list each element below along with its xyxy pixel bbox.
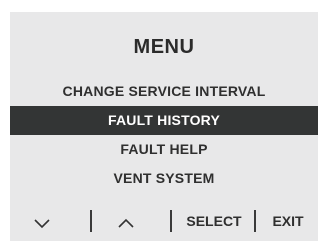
softkey-divider (254, 210, 256, 232)
exit-softkey[interactable]: EXIT (266, 208, 310, 234)
menu-item-fault-help[interactable]: FAULT HELP (10, 135, 318, 164)
display-screen: MENU CHANGE SERVICE INTERVAL FAULT HISTO… (10, 12, 318, 241)
menu-list: CHANGE SERVICE INTERVAL FAULT HISTORY FA… (10, 77, 318, 193)
chevron-down-icon (28, 208, 56, 234)
menu-item-fault-history[interactable]: FAULT HISTORY (10, 106, 318, 135)
down-softkey[interactable] (28, 208, 56, 234)
chevron-up-icon (112, 208, 140, 234)
softkey-divider (170, 210, 172, 232)
softkey-divider (90, 210, 92, 232)
select-softkey[interactable]: SELECT (178, 208, 250, 234)
up-softkey[interactable] (112, 208, 140, 234)
softkey-bar: SELECT EXIT (10, 208, 318, 234)
menu-item-change-service-interval[interactable]: CHANGE SERVICE INTERVAL (10, 77, 318, 106)
menu-title: MENU (133, 36, 195, 58)
menu-item-vent-system[interactable]: VENT SYSTEM (10, 164, 318, 193)
